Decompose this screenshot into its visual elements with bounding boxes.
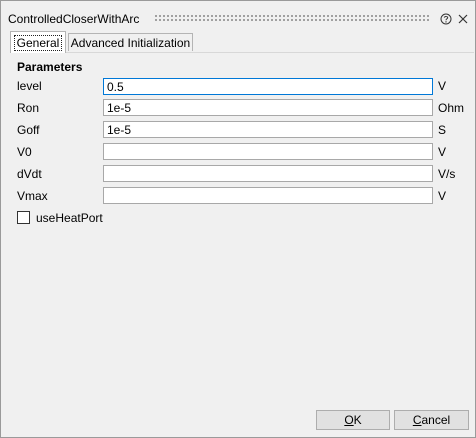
parameters-header: Parameters [17, 60, 83, 74]
use-heat-port-label: useHeatPort [36, 211, 103, 225]
level-unit: V [438, 79, 447, 93]
title-bar[interactable]: ControlledCloserWithArc [1, 1, 475, 29]
goff-label: Goff [17, 123, 40, 137]
tab-bar: General Advanced Initialization [1, 31, 475, 53]
goff-unit: S [438, 123, 447, 137]
vmax-unit: V [438, 189, 447, 203]
dvdt-unit: V/s [438, 167, 456, 181]
ron-unit: Ohm [438, 101, 465, 115]
ron-label: Ron [17, 101, 40, 115]
vmax-label: Vmax [17, 189, 48, 203]
level-input[interactable] [103, 78, 433, 95]
goff-input[interactable] [103, 121, 433, 138]
tab-advanced-initialization[interactable]: Advanced Initialization [68, 33, 193, 51]
v0-label: V0 [17, 145, 32, 159]
v0-unit: V [438, 145, 447, 159]
ok-button[interactable]: OK [316, 410, 390, 430]
vmax-input[interactable] [103, 187, 433, 204]
close-icon[interactable] [457, 13, 469, 25]
tab-general[interactable]: General [10, 31, 66, 53]
ron-input[interactable] [103, 99, 433, 116]
tab-general-label: General [13, 35, 63, 51]
drag-grip[interactable] [154, 14, 431, 23]
cancel-button[interactable]: Cancel [394, 410, 469, 430]
v0-input[interactable] [103, 143, 433, 160]
tab-advanced-initialization-label: Advanced Initialization [70, 36, 191, 50]
dvdt-input[interactable] [103, 165, 433, 182]
dvdt-label: dVdt [17, 167, 42, 181]
window-title: ControlledCloserWithArc [8, 12, 140, 26]
level-label: level [17, 79, 42, 93]
ok-mnemonic: O [344, 413, 354, 427]
cancel-label-rest: ancel [421, 413, 451, 427]
dialog-window: ControlledCloserWithArc General Advanced… [0, 0, 476, 438]
use-heat-port-checkbox[interactable] [17, 211, 30, 224]
help-icon[interactable] [440, 13, 452, 25]
ok-label-rest: K [353, 413, 362, 427]
